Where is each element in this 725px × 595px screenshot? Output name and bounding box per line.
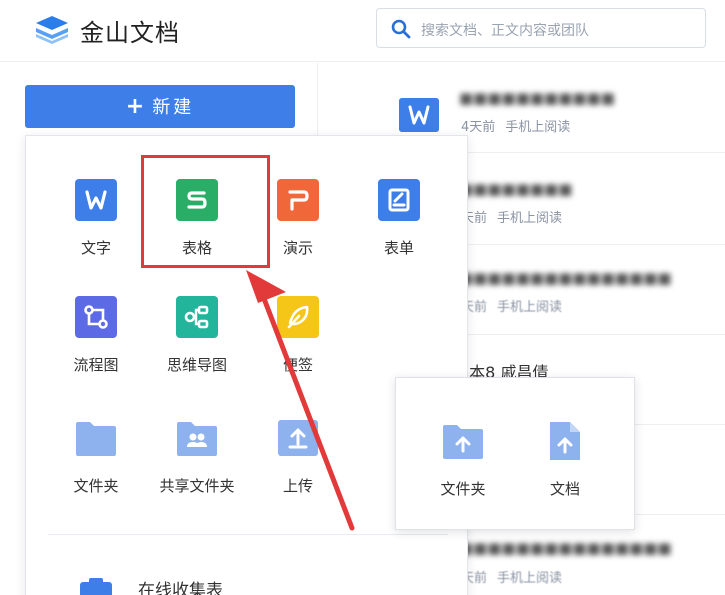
new-button-label: 新建 [152,97,195,118]
spreadsheet-highlight-box [141,155,270,268]
kingsoft-docs-logo-icon [36,16,68,44]
plus-icon: + [125,94,145,119]
document-source: 手机上阅读 [505,120,571,135]
menu-item-shared-folder[interactable]: 共享文件夹 [152,417,242,496]
list-item[interactable]: ■■■■■■■■■■■■■■■ 天前 手机上阅读 [459,245,725,335]
menu-item-form[interactable]: 表单 [354,179,444,258]
menu-divider [48,534,448,535]
search-icon[interactable] [391,19,411,39]
shared-folder-icon[interactable] [176,417,218,459]
search-box[interactable]: 搜索文档、正文内容或团队 [376,8,706,48]
mindmap-icon[interactable] [176,296,218,338]
search-input[interactable]: 搜索文档、正文内容或团队 [421,20,589,40]
document-title[interactable]: ■■■■■■■■■■■■■■■ [459,269,672,287]
document-source: 手机上阅读 [497,571,563,586]
menu-item-note[interactable]: 便签 [253,296,343,375]
presentation-icon[interactable] [277,179,319,221]
menu-item-label: 上传 [282,477,313,495]
flowchart-icon[interactable] [75,296,117,338]
menu-item-label: 共享文件夹 [159,477,235,495]
new-button[interactable]: + 新建 [25,85,295,128]
document-title[interactable]: ■■■■■■■■ [459,180,572,198]
menu-item-mindmap[interactable]: 思维导图 [152,296,242,375]
upload-document-item[interactable]: 文档 [520,420,610,499]
writer-doc-icon [399,98,439,132]
menu-item-label: 流程图 [73,356,119,374]
document-title[interactable]: ■■■■■■■■■■■ [459,89,615,107]
list-item[interactable]: ■■■■■■■■■■■ 4天前 手机上阅读 [459,63,725,153]
form-icon[interactable] [378,179,420,221]
writer-icon[interactable] [75,179,117,221]
upload-document-label: 文档 [549,480,580,498]
upload-icon[interactable] [277,417,319,459]
collection-form-icon[interactable] [78,576,114,595]
menu-item-folder[interactable]: 文件夹 [51,417,141,496]
top-header: 金山文档 搜索文档、正文内容或团队 [0,0,725,62]
menu-item-flowchart[interactable]: 流程图 [51,296,141,375]
document-source: 手机上阅读 [497,211,563,226]
menu-item-label: 思维导图 [166,356,227,374]
upload-document-icon[interactable] [544,420,586,462]
menu-item-label: 文件夹 [73,477,119,495]
menu-item-writer[interactable]: 文字 [51,179,141,258]
upload-folder-icon[interactable] [442,420,484,462]
upload-folder-label: 文件夹 [440,480,486,498]
menu-item-label: 便签 [282,356,313,374]
brand-name[interactable]: 金山文档 [80,13,180,48]
document-source: 手机上阅读 [497,300,563,315]
menu-item-upload[interactable]: 上传 [253,417,343,496]
document-time: 4天前 [461,120,496,135]
list-item[interactable]: ■■■■■■■■ 天前 手机上阅读 [459,155,725,245]
upload-submenu: 文件夹 文档 [395,377,635,530]
menu-item-label: 文字 [80,239,111,257]
folder-icon[interactable] [75,417,117,459]
upload-folder-item[interactable]: 文件夹 [418,420,508,499]
note-icon[interactable] [277,296,319,338]
online-collection-form-item[interactable]: 在线收集表 [138,576,223,595]
menu-item-label: 表单 [383,239,414,257]
document-title[interactable]: ■■■■■■■■■■■■■■■ [459,539,672,557]
